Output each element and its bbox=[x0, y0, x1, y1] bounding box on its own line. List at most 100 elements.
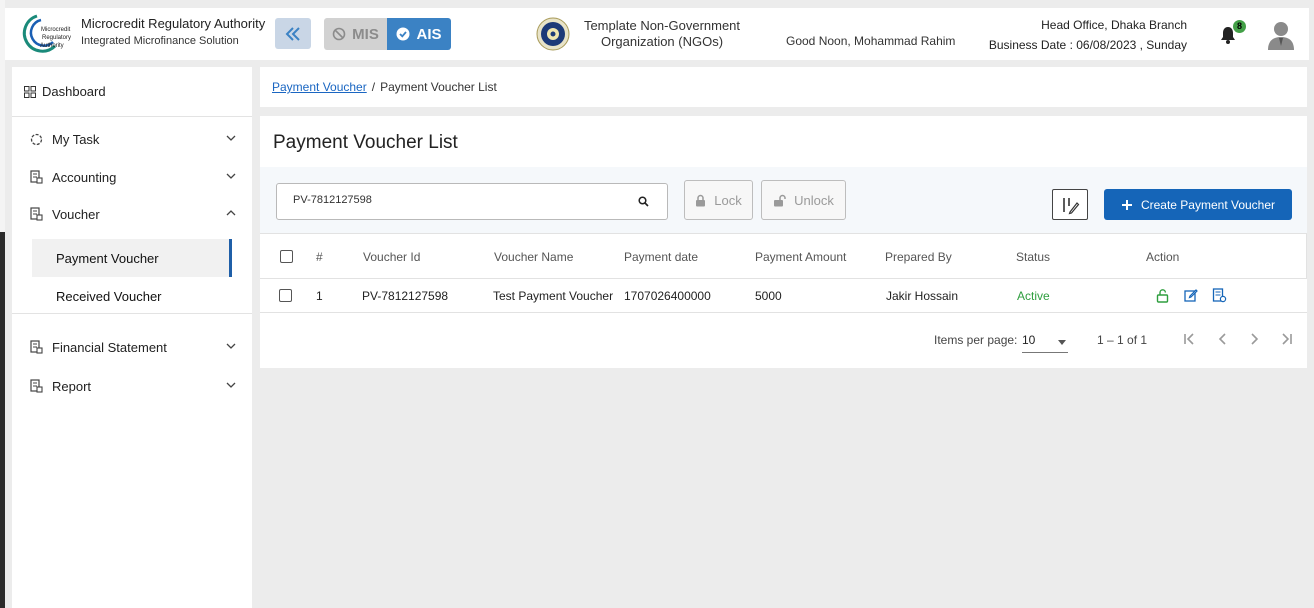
ban-icon bbox=[332, 27, 346, 41]
cell-voucher-name: Test Payment Voucher bbox=[493, 289, 614, 303]
table-row: 1 PV-7812127598 Test Payment Voucher 170… bbox=[260, 279, 1307, 313]
logo-text-2: Regulatory bbox=[42, 35, 71, 41]
cell-prepared-by: Jakir Hossain bbox=[886, 289, 959, 303]
page-size-select[interactable]: 10 bbox=[1022, 329, 1068, 353]
view-details-icon[interactable] bbox=[1212, 288, 1227, 303]
sidebar-item-voucher[interactable]: Voucher bbox=[12, 202, 252, 226]
plus-icon bbox=[1121, 199, 1132, 210]
status-badge: Active bbox=[1017, 289, 1050, 303]
chevron-down-icon bbox=[226, 382, 236, 388]
breadcrumb: Payment Voucher / Payment Voucher List bbox=[260, 67, 1307, 107]
column-settings-button[interactable] bbox=[1052, 189, 1088, 220]
grid-icon bbox=[24, 85, 36, 98]
double-chevron-left-icon bbox=[285, 26, 300, 41]
lock-icon bbox=[696, 194, 706, 206]
lock-label: Lock bbox=[714, 192, 742, 208]
voucher-table: # Voucher Id Voucher Name Payment date P… bbox=[260, 233, 1307, 313]
sidebar-item-label: My Task bbox=[52, 131, 100, 147]
unlock-icon bbox=[774, 194, 786, 206]
sidebar-divider bbox=[12, 313, 252, 314]
col-header-action: Action bbox=[1146, 250, 1180, 264]
chevron-down-icon bbox=[226, 173, 236, 179]
sidebar-item-accounting[interactable]: Accounting bbox=[12, 165, 252, 189]
sidebar-item-label: Accounting bbox=[52, 169, 117, 185]
ais-label: AIS bbox=[416, 25, 442, 43]
cell-index: 1 bbox=[316, 289, 323, 303]
sidebar-collapse-button[interactable] bbox=[275, 18, 311, 49]
sidebar-item-dashboard[interactable]: Dashboard bbox=[12, 67, 252, 117]
sidebar-item-my-task[interactable]: My Task bbox=[12, 127, 252, 151]
select-all-checkbox[interactable] bbox=[280, 250, 293, 263]
cell-voucher-id: PV-7812127598 bbox=[362, 289, 449, 303]
col-header-prepared-by[interactable]: Prepared By bbox=[885, 250, 952, 264]
document-icon bbox=[30, 207, 43, 221]
cell-payment-date: 1707026400000 bbox=[624, 289, 711, 303]
col-header-payment-amount[interactable]: Payment Amount bbox=[755, 250, 846, 264]
page-range: 1 – 1 of 1 bbox=[1097, 333, 1148, 347]
chevron-up-icon bbox=[226, 210, 236, 216]
create-payment-voucher-button[interactable]: Create Payment Voucher bbox=[1104, 189, 1292, 220]
app-header: Microcredit Regulatory Authority Microcr… bbox=[5, 8, 1309, 60]
unlock-row-icon[interactable] bbox=[1156, 288, 1169, 303]
business-date: Business Date : 06/08/2023 , Sunday bbox=[988, 38, 1187, 52]
last-page-icon[interactable] bbox=[1278, 331, 1294, 347]
sidebar-item-label: Report bbox=[52, 378, 92, 394]
next-page-icon[interactable] bbox=[1246, 331, 1262, 347]
search-input[interactable] bbox=[293, 194, 623, 206]
branch-name: Head Office, Dhaka Branch bbox=[1041, 18, 1187, 32]
row-checkbox[interactable] bbox=[279, 289, 292, 302]
col-header-payment-date[interactable]: Payment date bbox=[624, 250, 698, 264]
previous-page-icon[interactable] bbox=[1215, 331, 1231, 347]
search-box bbox=[276, 183, 668, 220]
mis-label: MIS bbox=[352, 25, 379, 43]
org-name: Template Non-Government Organization (NG… bbox=[583, 18, 741, 49]
document-icon bbox=[30, 170, 43, 184]
brand-subtitle: Integrated Microfinance Solution bbox=[81, 35, 239, 47]
check-circle-icon bbox=[396, 27, 410, 41]
window-edge bbox=[0, 0, 5, 608]
document-icon bbox=[30, 340, 43, 354]
unlock-button[interactable]: Unlock bbox=[761, 180, 846, 220]
voucher-list-card: Payment Voucher List Lock Unlock bbox=[260, 116, 1307, 368]
mra-logo-icon: Microcredit Regulatory Authority bbox=[22, 14, 71, 53]
column-edit-icon bbox=[1063, 197, 1080, 214]
sidebar-item-financial-statement[interactable]: Financial Statement bbox=[12, 335, 252, 359]
search-icon[interactable] bbox=[638, 196, 649, 207]
breadcrumb-link-payment-voucher[interactable]: Payment Voucher bbox=[272, 80, 367, 94]
sidebar-item-label: Financial Statement bbox=[52, 339, 167, 355]
document-icon bbox=[30, 379, 43, 393]
edit-icon[interactable] bbox=[1184, 288, 1198, 302]
chevron-down-icon bbox=[226, 343, 236, 349]
spinner-icon bbox=[30, 133, 43, 145]
col-header-voucher-id[interactable]: Voucher Id bbox=[363, 250, 420, 264]
brand-title: Microcredit Regulatory Authority bbox=[81, 16, 266, 31]
notification-badge: 8 bbox=[1233, 20, 1246, 33]
unlock-label: Unlock bbox=[794, 192, 834, 208]
sidebar-item-label: Dashboard bbox=[42, 84, 106, 99]
user-avatar-icon[interactable] bbox=[1267, 20, 1295, 50]
chevron-down-icon bbox=[226, 135, 236, 141]
col-header-index: # bbox=[316, 250, 323, 264]
breadcrumb-separator: / bbox=[371, 80, 376, 94]
branch-info: Head Office, Dhaka Branch Business Date … bbox=[989, 15, 1187, 55]
list-toolbar: Lock Unlock Create Payment Voucher bbox=[260, 167, 1307, 233]
brand: Microcredit Regulatory Authority Integra… bbox=[81, 16, 265, 47]
mis-button[interactable]: MIS bbox=[324, 18, 387, 50]
page-title: Payment Voucher List bbox=[273, 132, 458, 153]
create-label: Create Payment Voucher bbox=[1140, 197, 1276, 212]
first-page-icon[interactable] bbox=[1182, 331, 1198, 347]
col-header-status[interactable]: Status bbox=[1016, 250, 1050, 264]
org-seal-icon bbox=[536, 17, 570, 51]
breadcrumb-current: Payment Voucher List bbox=[380, 80, 497, 94]
sidebar-subitem-received-voucher[interactable]: Received Voucher bbox=[32, 277, 232, 315]
col-header-voucher-name[interactable]: Voucher Name bbox=[494, 250, 573, 264]
table-header-row: # Voucher Id Voucher Name Payment date P… bbox=[260, 233, 1307, 279]
greeting: Good Noon, Mohammad Rahim bbox=[786, 34, 956, 48]
logo-text-1: Microcredit bbox=[41, 27, 71, 33]
lock-button[interactable]: Lock bbox=[684, 180, 753, 220]
sidebar: Dashboard My Task Accounting Voucher Pay… bbox=[12, 67, 252, 608]
sidebar-item-report[interactable]: Report bbox=[12, 374, 252, 398]
ais-button[interactable]: AIS bbox=[387, 18, 451, 50]
sidebar-subitem-payment-voucher[interactable]: Payment Voucher bbox=[32, 239, 232, 277]
sidebar-item-label: Voucher bbox=[52, 206, 100, 222]
